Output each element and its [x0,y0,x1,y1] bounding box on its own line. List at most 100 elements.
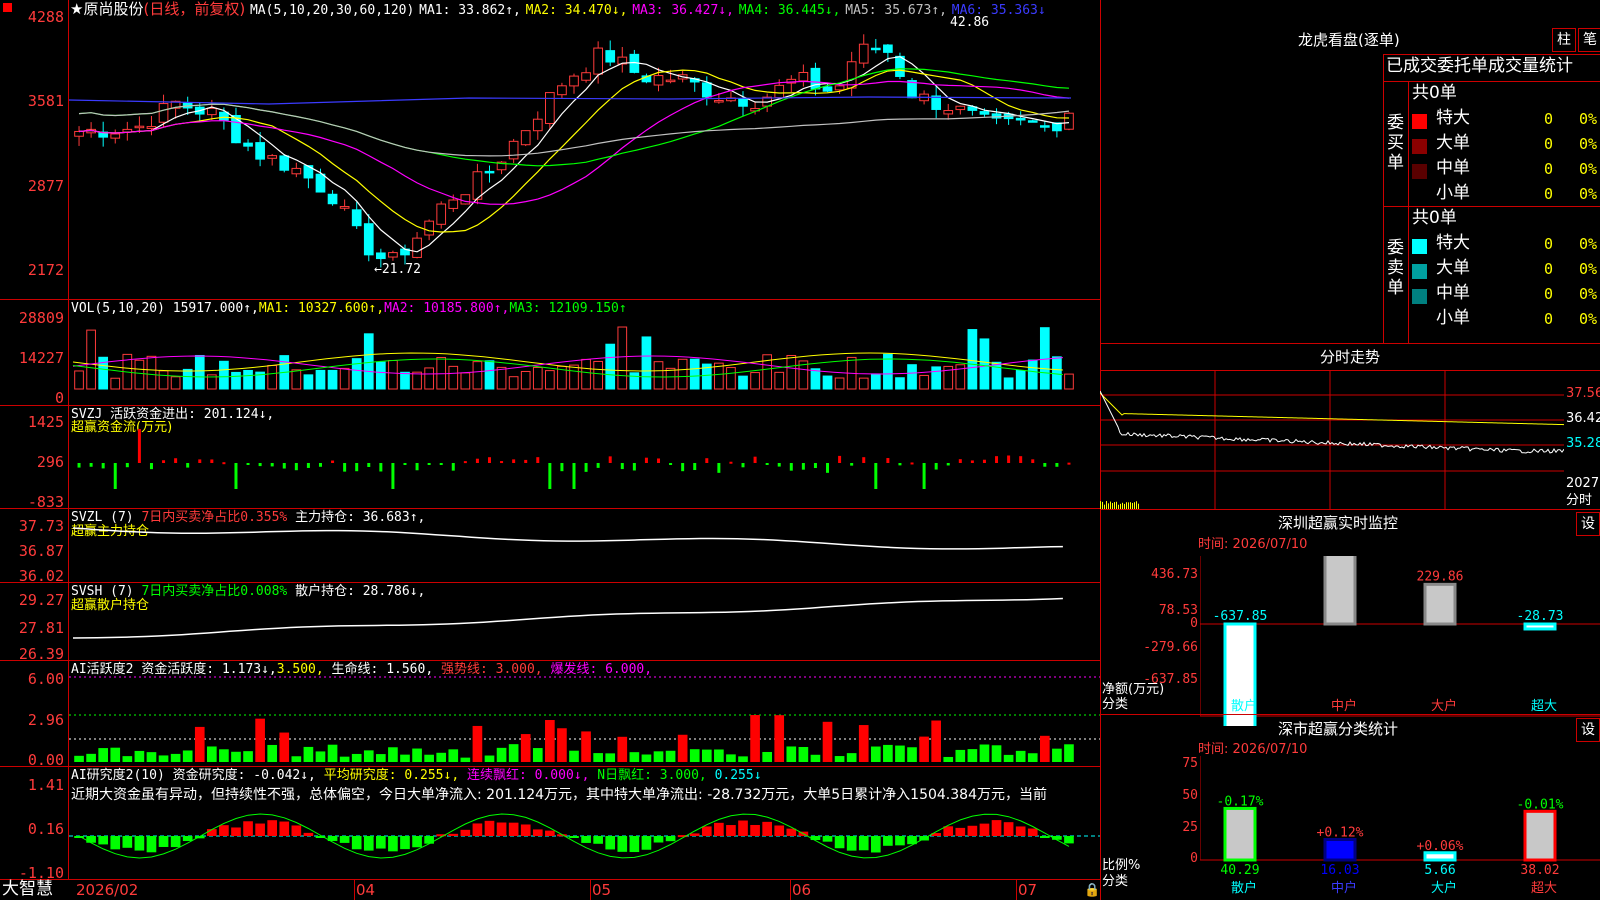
volume-bar [907,364,917,390]
research-bar [1015,826,1026,836]
fund-flow-bar [657,458,661,463]
fund-flow-bar [560,463,564,472]
size-color-swatch [1412,239,1427,254]
y-tick: 36.87 [18,542,64,560]
fund-flow-bar [270,463,274,467]
research-bar [943,826,954,836]
fund-flow-bar [934,463,938,470]
stats-bar [1423,851,1457,862]
fund-flow-bar [77,463,81,468]
activity-bar [255,718,265,762]
research-bar [641,836,652,850]
volume-bar [327,369,338,390]
chart-area[interactable]: ★原尚股份(日线，前复权) MA(5,10,20,30,60,120) MA1:… [0,0,1100,900]
intraday-chart[interactable]: 37.56 36.42 35.28 2027 分时 [1100,370,1600,510]
activity-bar [967,749,978,762]
intraday-volume-bar [1134,502,1135,509]
volume-bar [593,360,603,390]
chart-canvas [69,34,1100,859]
fund-flow-bar [813,463,817,469]
volume-bar [689,358,700,390]
intraday-volume-bar [1120,503,1121,509]
volume-bar [545,370,555,390]
activity-bar [822,721,833,762]
fund-flow-bar [632,463,636,471]
activity-bar [653,751,664,762]
fund-flow-bar [850,463,854,466]
activity-bar [919,736,929,762]
volume-bar [774,371,785,390]
order-count: 0 [1544,185,1554,203]
candle [351,209,362,227]
order-percent: 0% [1579,185,1598,203]
fund-flow-bar [282,463,286,469]
intraday-canvas [1100,371,1564,509]
candle [714,100,724,103]
fund-flow-bar [524,459,528,463]
research-bar [122,836,133,848]
stats-chart[interactable]: -0.17% 40.29 +0.12% 16.03 +0.06% 5.66 -0.01% 38… [1200,756,1600,886]
research-bar [158,836,169,847]
volume-bar [267,364,278,390]
order-count: 0 [1544,160,1554,178]
volume-bar [134,359,145,390]
research-bar [689,833,700,836]
fund-flow-bar [487,457,491,463]
table-divider [1384,81,1600,82]
fund-flow-bar [608,456,612,463]
activity-bar [315,751,326,762]
lock-icon[interactable]: 🔒 [1084,884,1100,897]
activity-bar [231,751,241,762]
size-color-swatch [1412,164,1427,179]
stats-value-label: 5.66 [1424,863,1455,878]
volume-bar [858,377,869,390]
tick-view-button[interactable]: 笔 [1578,28,1600,52]
monitor-bar-label: -637.85 [1213,609,1268,624]
candle [448,199,459,209]
intraday-volume-bar [1128,502,1129,509]
activity-bar [726,754,736,762]
monitor-settings-button[interactable]: 设 [1576,512,1600,536]
research-bar [134,836,145,851]
candle [943,110,954,115]
sell-side-label: 委卖单 [1387,238,1404,298]
activity-bar [979,744,990,762]
intraday-volume-bar [1112,502,1113,509]
order-size-name: 大单 [1436,258,1470,278]
activity-bar [1015,750,1026,762]
candle [219,111,229,121]
bar-view-button[interactable]: 柱 [1552,28,1576,52]
size-color-swatch [1412,139,1427,154]
volume-bar [1064,373,1074,390]
candle [267,155,278,159]
fund-flow-bar [753,456,757,463]
fund-flow-bar [355,463,359,472]
stats-settings-button[interactable]: 设 [1576,718,1600,742]
volume-bar [243,369,253,390]
volume-bar [182,368,193,390]
fund-flow-bar [946,463,950,466]
y-tick: 2172 [27,261,64,279]
volume-bar [979,338,990,390]
date-label: 04 [356,881,376,899]
research-bar [1064,836,1074,844]
fund-flow-bar [693,463,697,471]
research-bar [701,826,712,836]
candle [279,155,290,171]
order-count: 0 [1544,310,1554,328]
fund-flow-bar [1055,463,1059,467]
candle [436,203,447,225]
candle [653,75,664,86]
volume-bar [484,360,495,390]
fund-flow-bar [222,462,226,465]
fund-flow-bar [101,463,105,469]
activity-bar [400,754,410,762]
fund-flow-bar [596,463,600,468]
candle [134,125,145,129]
research-bar [351,836,362,850]
research-bar [581,836,591,843]
candle [798,71,809,82]
intraday-volume-bar [1102,501,1103,509]
activity-bar [158,755,169,762]
research-bar [1027,828,1038,836]
